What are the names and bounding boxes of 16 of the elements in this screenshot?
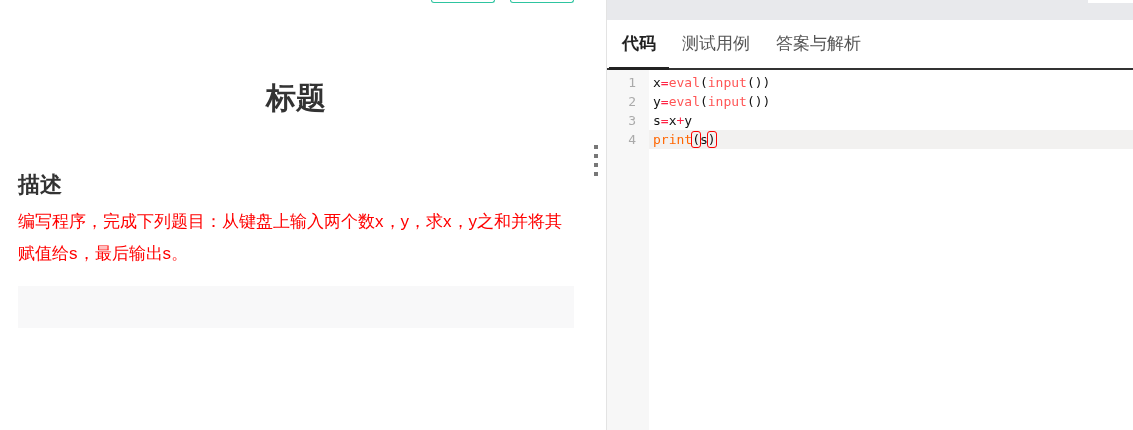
- line-number: 3: [627, 112, 637, 130]
- top-button[interactable]: [431, 0, 495, 3]
- section-heading: 描述: [18, 171, 63, 199]
- problem-description: 编写程序，完成下列题目：从键盘上输入两个数x，y，求x，y之和并将其赋值给s，最后输出s。: [18, 211, 563, 265]
- line-number: 4: [627, 131, 637, 149]
- top-button[interactable]: [510, 0, 574, 3]
- line-number: 1: [627, 74, 637, 92]
- code-line: y=eval(input()): [652, 93, 772, 111]
- tab[interactable]: 代码: [609, 20, 669, 68]
- line-number: 2: [627, 93, 637, 111]
- problem-title: 标题: [264, 80, 327, 116]
- tab[interactable]: 答案与解析: [763, 20, 874, 68]
- code-line: x=eval(input()): [652, 74, 772, 92]
- code-line: s=x+y: [652, 112, 694, 130]
- resize-handle-icon[interactable]: [594, 145, 598, 176]
- tab[interactable]: 测试用例: [669, 20, 763, 68]
